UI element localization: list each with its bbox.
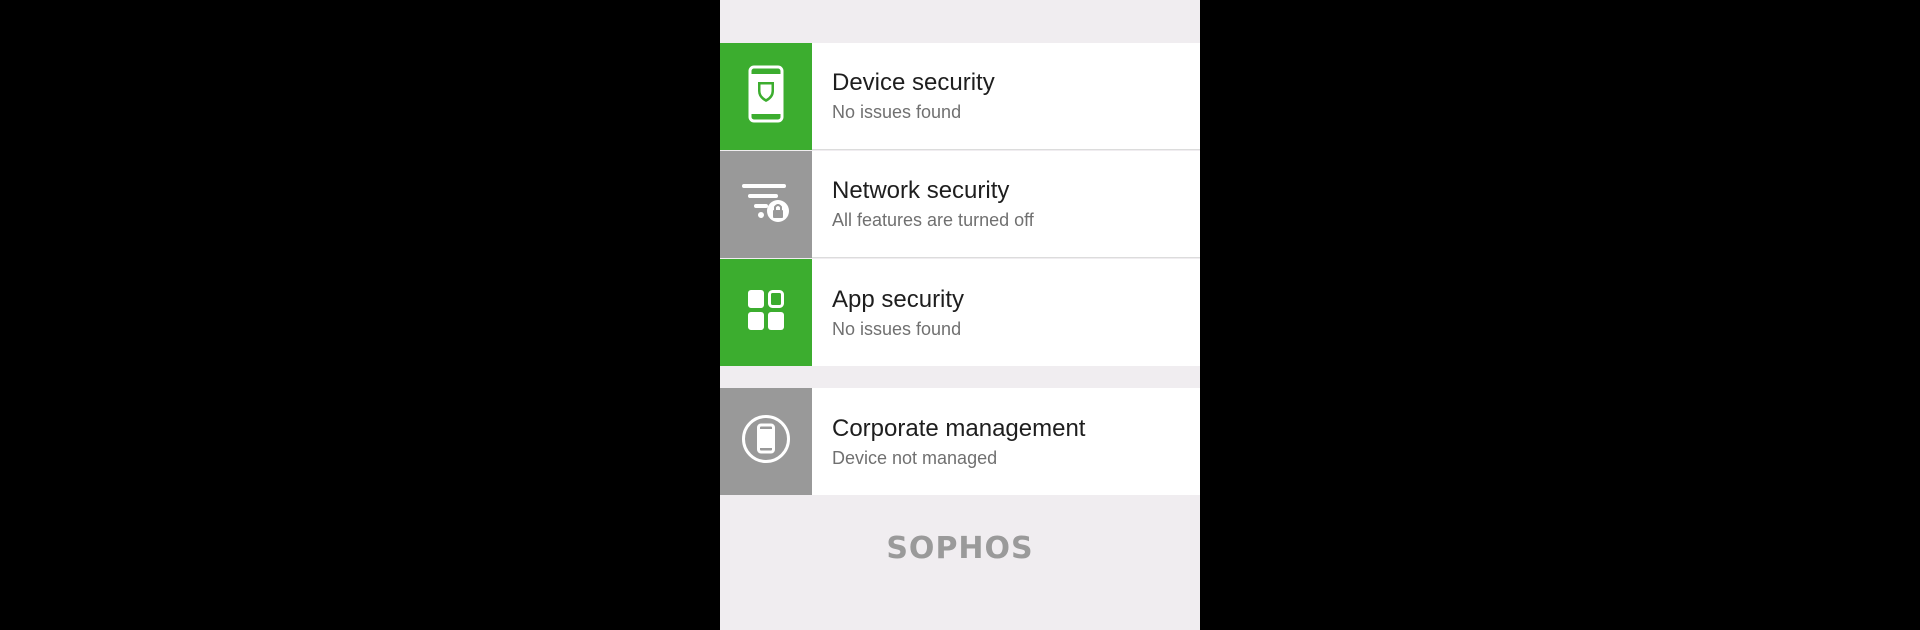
item-subtitle: No issues found [832, 318, 962, 339]
phone-circle-icon [741, 414, 791, 469]
item-subtitle: No issues found [832, 102, 962, 122]
app-screen: Device security No issues found Network … [720, 0, 1200, 630]
item-subtitle: All features are turned off [832, 210, 1034, 230]
network-security-item[interactable]: Network security All features are turned… [720, 151, 1200, 258]
sophos-logo: SOPHOS [886, 531, 1034, 566]
device-security-tile [720, 43, 812, 150]
phone-shield-icon [748, 65, 784, 128]
item-title: Device security [832, 69, 995, 96]
item-title: App security [832, 285, 965, 313]
item-title: Corporate management [832, 414, 1086, 442]
corporate-management-text: Corporate management Device not managed [812, 388, 1200, 495]
apps-grid-icon [747, 289, 785, 336]
device-security-item[interactable]: Device security No issues found [720, 43, 1200, 150]
network-security-tile [720, 151, 812, 258]
app-security-tile [720, 259, 812, 366]
item-title: Network security [832, 177, 1010, 204]
network-filter-lock-icon [740, 180, 792, 229]
corporate-management-tile [720, 388, 812, 495]
corporate-management-item[interactable]: Corporate management Device not managed [720, 388, 1200, 495]
app-security-text: App security No issues found [812, 259, 1200, 366]
device-security-text: Device security No issues found [812, 43, 1200, 150]
network-security-text: Network security All features are turned… [812, 151, 1200, 258]
item-subtitle: Device not managed [832, 447, 998, 468]
app-security-item[interactable]: App security No issues found [720, 259, 1200, 366]
